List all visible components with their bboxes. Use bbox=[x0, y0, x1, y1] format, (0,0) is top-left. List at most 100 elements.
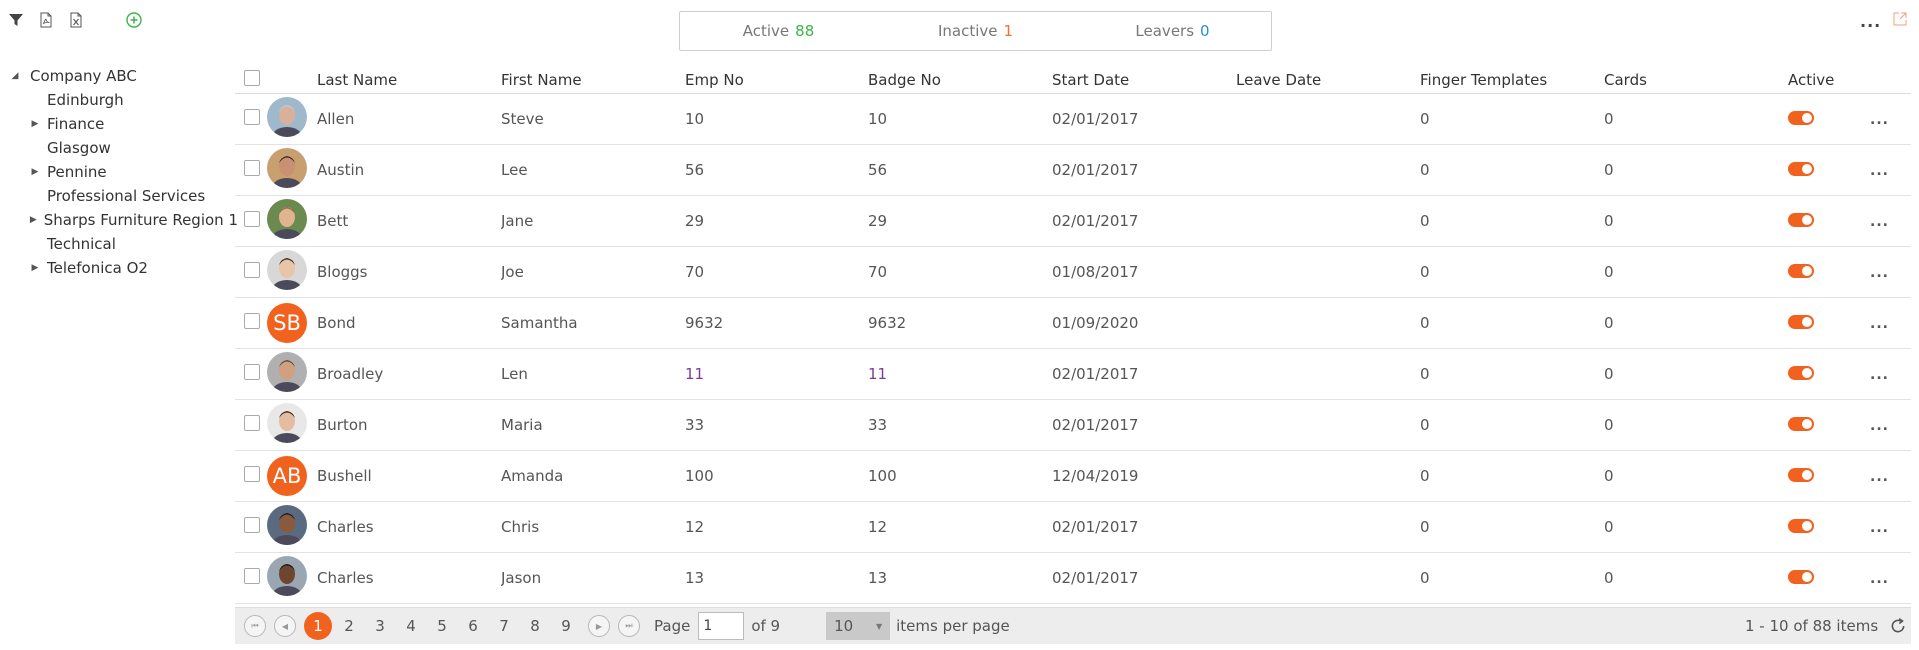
table-row[interactable]: Charles Jason 13 13 02/01/2017 0 0... bbox=[235, 553, 1911, 604]
active-toggle[interactable] bbox=[1788, 468, 1814, 482]
active-toggle[interactable] bbox=[1788, 264, 1814, 278]
expand-arrow-icon[interactable]: ▶ bbox=[28, 167, 42, 177]
active-toggle[interactable] bbox=[1788, 417, 1814, 431]
page-number-button[interactable]: 4 bbox=[397, 612, 425, 640]
row-checkbox[interactable] bbox=[244, 517, 260, 533]
badge-no-cell: 11 bbox=[868, 365, 888, 383]
add-circle-icon[interactable] bbox=[126, 12, 142, 28]
table-row[interactable]: Bloggs Joe 70 70 01/08/2017 0 0... bbox=[235, 247, 1911, 298]
tree-node-professional-services[interactable]: Professional Services bbox=[8, 184, 238, 208]
page-number-button[interactable]: 6 bbox=[459, 612, 487, 640]
tree-node-root[interactable]: ◢ Company ABC bbox=[8, 64, 238, 88]
first-page-button[interactable]: ⏮ bbox=[244, 615, 266, 637]
items-per-page-label: items per page bbox=[896, 617, 1010, 635]
tree-node-sharps-furniture-region-1[interactable]: ▶ Sharps Furniture Region 1 bbox=[8, 208, 238, 232]
row-more-button[interactable]: ... bbox=[1870, 418, 1889, 434]
active-toggle[interactable] bbox=[1788, 519, 1814, 533]
page-number-button[interactable]: 9 bbox=[552, 612, 580, 640]
next-page-button[interactable]: ▶ bbox=[588, 615, 610, 637]
finger-templates-cell: 0 bbox=[1420, 518, 1430, 536]
tree-node-technical[interactable]: Technical bbox=[8, 232, 238, 256]
row-more-button[interactable]: ... bbox=[1870, 214, 1889, 230]
active-toggle[interactable] bbox=[1788, 570, 1814, 584]
expand-arrow-icon[interactable]: ▶ bbox=[28, 119, 42, 129]
page-number-button[interactable]: 2 bbox=[335, 612, 363, 640]
page-number-button[interactable]: 5 bbox=[428, 612, 456, 640]
active-stat[interactable]: Active 88 bbox=[680, 22, 877, 40]
row-checkbox[interactable] bbox=[244, 109, 260, 125]
tree-node-finance[interactable]: ▶ Finance bbox=[8, 112, 238, 136]
last-page-button[interactable]: ⏭ bbox=[618, 615, 640, 637]
table-row[interactable]: Allen Steve 10 10 02/01/2017 0 0... bbox=[235, 94, 1911, 145]
table-row[interactable]: Austin Lee 56 56 02/01/2017 0 0... bbox=[235, 145, 1911, 196]
filter-icon[interactable] bbox=[8, 12, 24, 28]
row-checkbox[interactable] bbox=[244, 415, 260, 431]
cards-cell: 0 bbox=[1604, 212, 1614, 230]
tree-node-pennine[interactable]: ▶ Pennine bbox=[8, 160, 238, 184]
page-input[interactable] bbox=[698, 612, 745, 640]
row-more-button[interactable]: ... bbox=[1870, 367, 1889, 383]
table-row[interactable]: Broadley Len 11 11 02/01/2017 0 0... bbox=[235, 349, 1911, 400]
collapse-arrow-icon[interactable]: ◢ bbox=[8, 71, 22, 81]
row-checkbox[interactable] bbox=[244, 568, 260, 584]
page-number-button[interactable]: 3 bbox=[366, 612, 394, 640]
row-checkbox[interactable] bbox=[244, 160, 260, 176]
row-more-button[interactable]: ... bbox=[1870, 163, 1889, 179]
department-tree: ◢ Company ABC Edinburgh ▶ Finance Glasgow ▶ P… bbox=[8, 64, 238, 280]
page-number-button[interactable]: 1 bbox=[304, 612, 332, 640]
active-toggle[interactable] bbox=[1788, 162, 1814, 176]
page-number-button[interactable]: 8 bbox=[521, 612, 549, 640]
more-options-button[interactable]: ... bbox=[1860, 12, 1881, 31]
page-size-select[interactable]: 10 ▼ bbox=[826, 612, 891, 640]
row-more-button[interactable]: ... bbox=[1870, 112, 1889, 128]
table-row[interactable]: SB Bond Samantha 9632 9632 01/09/2020 0 0... bbox=[235, 298, 1911, 349]
row-more-button[interactable]: ... bbox=[1870, 571, 1889, 587]
table-row[interactable]: Burton Maria 33 33 02/01/2017 0 0... bbox=[235, 400, 1911, 451]
leavers-stat[interactable]: Leavers 0 bbox=[1074, 22, 1271, 40]
column-header-active[interactable]: Active bbox=[1788, 71, 1870, 89]
popout-icon[interactable] bbox=[1892, 11, 1908, 27]
active-toggle[interactable] bbox=[1788, 111, 1814, 125]
tree-node-label: Sharps Furniture Region 1 bbox=[43, 211, 238, 229]
row-checkbox[interactable] bbox=[244, 466, 260, 482]
expand-arrow-icon[interactable]: ▶ bbox=[28, 263, 42, 273]
row-checkbox[interactable] bbox=[244, 211, 260, 227]
tree-node-label: Pennine bbox=[47, 163, 107, 181]
refresh-icon[interactable] bbox=[1889, 617, 1907, 635]
table-row[interactable]: Charles Chris 12 12 02/01/2017 0 0... bbox=[235, 502, 1911, 553]
tree-node-telefonica-o2[interactable]: ▶ Telefonica O2 bbox=[8, 256, 238, 280]
column-header-last-name[interactable]: Last Name bbox=[317, 71, 501, 89]
row-more-button[interactable]: ... bbox=[1870, 469, 1889, 485]
column-header-leave-date[interactable]: Leave Date bbox=[1236, 71, 1420, 89]
tree-node-glasgow[interactable]: Glasgow bbox=[8, 136, 238, 160]
row-checkbox[interactable] bbox=[244, 313, 260, 329]
badge-no-cell: 10 bbox=[868, 110, 888, 128]
start-date-cell: 01/09/2020 bbox=[1052, 314, 1139, 332]
column-header-cards[interactable]: Cards bbox=[1604, 71, 1788, 89]
column-header-badge-no[interactable]: Badge No bbox=[868, 71, 1052, 89]
page-number-button[interactable]: 7 bbox=[490, 612, 518, 640]
active-toggle[interactable] bbox=[1788, 315, 1814, 329]
active-toggle[interactable] bbox=[1788, 366, 1814, 380]
avatar bbox=[267, 250, 307, 290]
column-header-start-date[interactable]: Start Date bbox=[1052, 71, 1236, 89]
select-all-checkbox[interactable] bbox=[244, 69, 260, 86]
pdf-export-icon[interactable] bbox=[38, 12, 54, 28]
prev-page-button[interactable]: ◀ bbox=[274, 615, 296, 637]
row-more-button[interactable]: ... bbox=[1870, 265, 1889, 281]
inactive-stat[interactable]: Inactive 1 bbox=[877, 22, 1074, 40]
expand-arrow-icon[interactable]: ▶ bbox=[28, 215, 39, 225]
column-header-finger-templates[interactable]: Finger Templates bbox=[1420, 71, 1604, 89]
excel-export-icon[interactable] bbox=[68, 12, 84, 28]
table-row[interactable]: AB Bushell Amanda 100 100 12/04/2019 0 0... bbox=[235, 451, 1911, 502]
active-toggle[interactable] bbox=[1788, 213, 1814, 227]
table-row[interactable]: Bett Jane 29 29 02/01/2017 0 0... bbox=[235, 196, 1911, 247]
row-more-button[interactable]: ... bbox=[1870, 520, 1889, 536]
column-header-first-name[interactable]: First Name bbox=[501, 71, 685, 89]
row-more-button[interactable]: ... bbox=[1870, 316, 1889, 332]
row-checkbox[interactable] bbox=[244, 364, 260, 380]
column-header-emp-no[interactable]: Emp No bbox=[685, 71, 868, 89]
row-checkbox[interactable] bbox=[244, 262, 260, 278]
tree-node-edinburgh[interactable]: Edinburgh bbox=[8, 88, 238, 112]
start-date-cell: 02/01/2017 bbox=[1052, 212, 1139, 230]
